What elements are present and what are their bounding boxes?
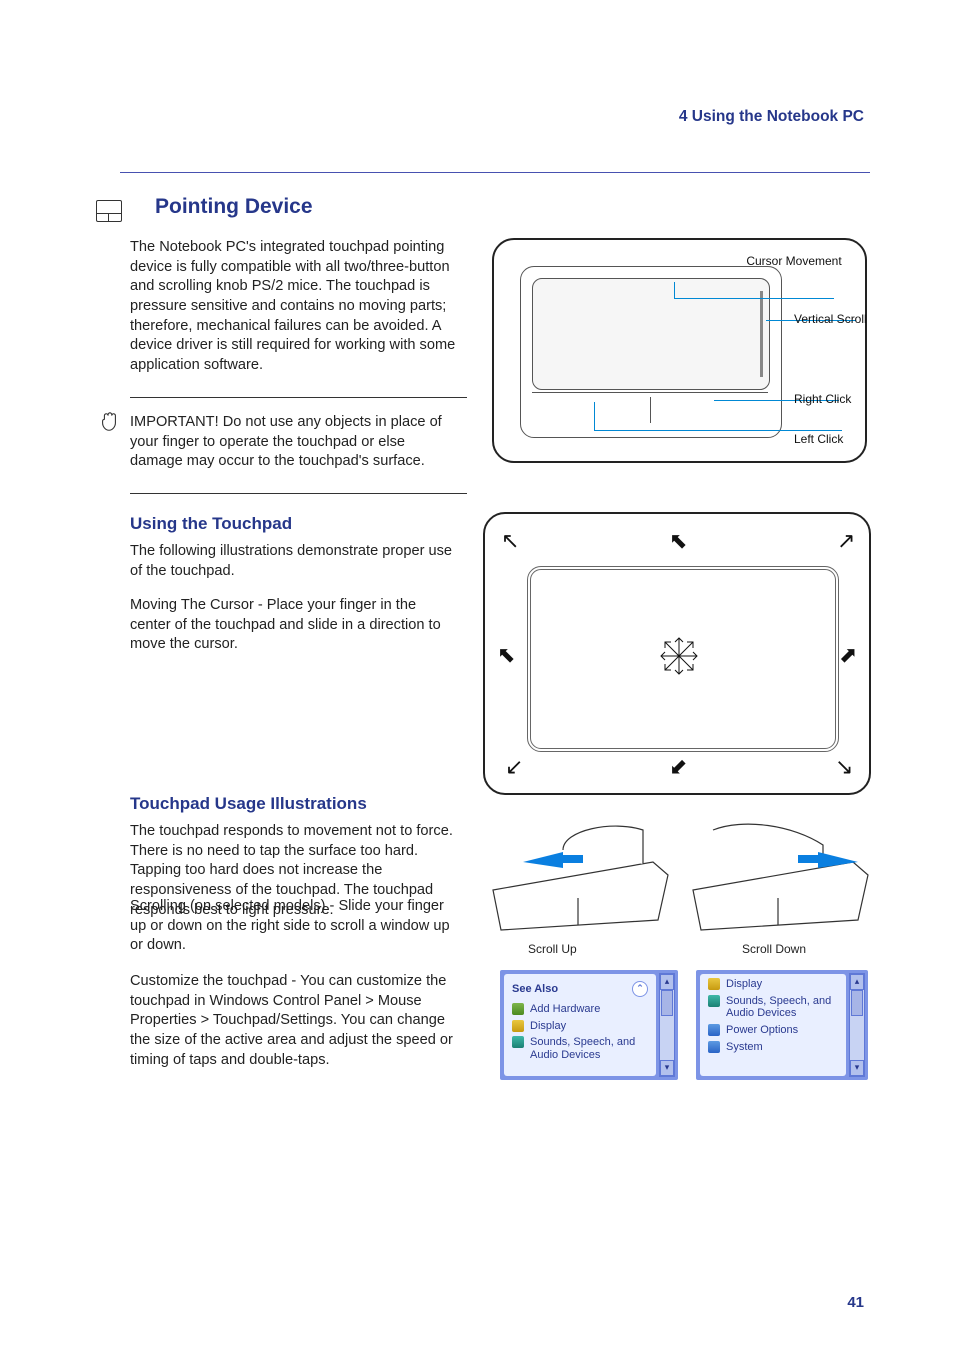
- callout-vertical-scroll: Vertical Scroll: [794, 312, 867, 326]
- collapse-icon[interactable]: ⌃: [632, 981, 648, 997]
- figure-touchpad-callouts: Cursor Movement Vertical Scroll Right Cl…: [492, 238, 867, 463]
- divider-1: [130, 397, 467, 398]
- figure-scroll-hands: [483, 820, 871, 950]
- power-icon: [708, 1024, 720, 1036]
- important-text: IMPORTANT! Do not use any objects in pla…: [130, 413, 460, 472]
- xp-panel-see-also: ▴ ▾ See Also ⌃ Add Hardware Display Soun…: [500, 970, 678, 1080]
- hardware-icon: [512, 1003, 524, 1015]
- system-icon: [708, 1041, 720, 1053]
- list-item[interactable]: Sounds, Speech, and Audio Devices: [508, 1034, 652, 1063]
- figure-windows-sidebars: ▴ ▾ See Also ⌃ Add Hardware Display Soun…: [500, 970, 872, 1080]
- scrollbar[interactable]: ▴ ▾: [659, 973, 675, 1077]
- display-icon: [512, 1020, 524, 1032]
- divider-2: [130, 493, 467, 494]
- cursor-arrow-nw: ↖: [501, 528, 519, 554]
- body-paragraph-3: The following illustrations demonstrate …: [130, 542, 460, 581]
- cursor-arrow-w: ⬉: [497, 642, 515, 668]
- subheading-illustrations: Touchpad Usage Illustrations: [130, 794, 367, 814]
- display-icon: [708, 978, 720, 990]
- sounds-icon: [708, 995, 720, 1007]
- list-item[interactable]: Display: [508, 1018, 652, 1035]
- body-paragraph-6: Scrolling (on selected models) - Slide y…: [130, 897, 460, 956]
- cursor-arrow-ne: ↗: [837, 528, 855, 554]
- chapter-header: 4 Using the Notebook PC: [679, 108, 864, 126]
- figure-cursor-directions: ↖ ⬉ ↗ ⬉ ⬈ ↙ ⬋ ↘: [483, 512, 871, 795]
- scrollbar[interactable]: ▴ ▾: [849, 973, 865, 1077]
- list-item[interactable]: Add Hardware: [508, 1001, 652, 1018]
- header-rule: [120, 172, 870, 173]
- label-scroll-down: Scroll Down: [742, 942, 806, 956]
- page-number: 41: [847, 1294, 864, 1311]
- panel-title: See Also: [512, 983, 558, 995]
- cursor-arrow-se: ↘: [835, 754, 853, 780]
- body-paragraph-7: Customize the touchpad - You can customi…: [130, 972, 460, 1070]
- label-scroll-up: Scroll Up: [528, 942, 577, 956]
- callout-cursor-movement: Cursor Movement: [746, 254, 841, 268]
- section-title: Pointing Device: [155, 195, 313, 219]
- scroll-up-button[interactable]: ▴: [850, 974, 864, 990]
- sounds-icon: [512, 1036, 524, 1048]
- callout-right-click: Right Click: [794, 392, 851, 406]
- cursor-arrow-sw: ↙: [505, 754, 523, 780]
- body-paragraph-1: The Notebook PC's integrated touchpad po…: [130, 238, 475, 376]
- cursor-arrow-s: ⬋: [669, 754, 687, 780]
- important-hand-icon: [98, 408, 120, 436]
- scroll-down-button[interactable]: ▾: [850, 1060, 864, 1076]
- scroll-up-button[interactable]: ▴: [660, 974, 674, 990]
- scroll-down-button[interactable]: ▾: [660, 1060, 674, 1076]
- list-item[interactable]: Sounds, Speech, and Audio Devices: [704, 993, 842, 1022]
- subheading-using-touchpad: Using the Touchpad: [130, 514, 292, 534]
- list-item[interactable]: Display: [704, 976, 842, 993]
- cursor-arrow-n: ⬉: [669, 528, 687, 554]
- direction-star-icon: [659, 636, 699, 676]
- xp-panel-items: ▴ ▾ Display Sounds, Speech, and Audio De…: [696, 970, 868, 1080]
- scroll-thumb[interactable]: [851, 990, 863, 1016]
- body-paragraph-4: Moving The Cursor - Place your finger in…: [130, 596, 460, 655]
- cursor-arrow-e: ⬈: [839, 642, 857, 668]
- list-item[interactable]: Power Options: [704, 1022, 842, 1039]
- scroll-thumb[interactable]: [661, 990, 673, 1016]
- touchpad-icon: [96, 200, 122, 222]
- callout-left-click: Left Click: [794, 432, 843, 446]
- list-item[interactable]: System: [704, 1039, 842, 1056]
